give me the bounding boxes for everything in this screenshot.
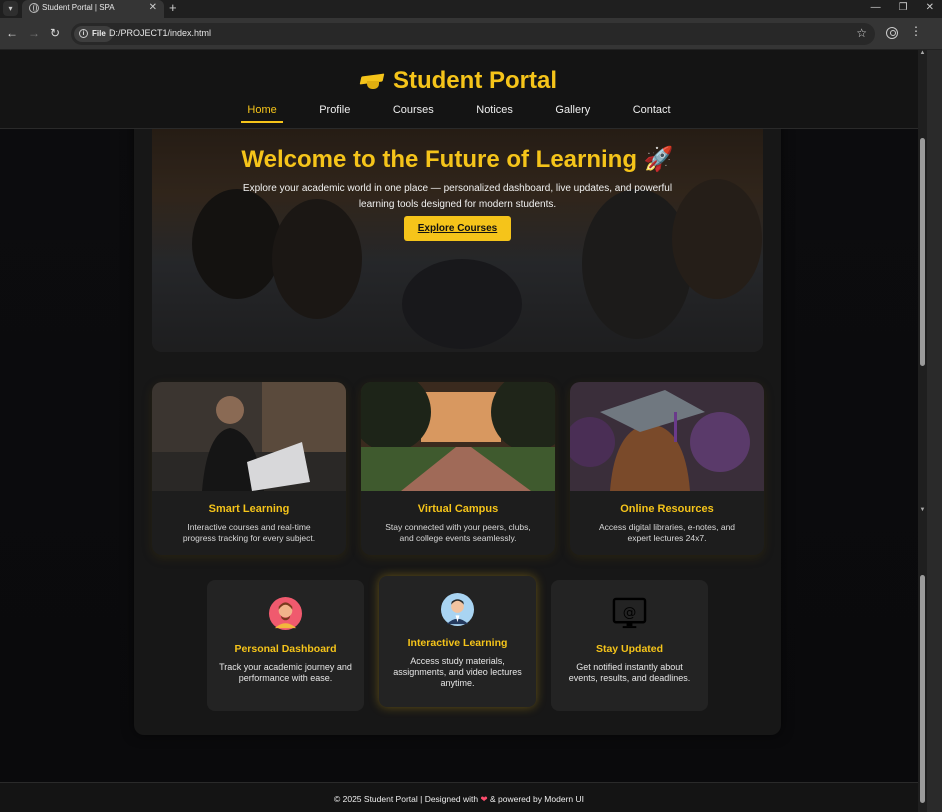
- feature-card-virtual-campus[interactable]: Virtual Campus Stay connected with your …: [361, 382, 555, 555]
- footer-copyright: © 2025 Student Portal | Designed with: [334, 794, 479, 804]
- site-info-chip[interactable]: i File: [74, 26, 113, 42]
- minimize-icon[interactable]: —: [871, 1, 881, 15]
- bookmark-star-icon[interactable]: ☆: [856, 26, 867, 40]
- url-text[interactable]: D:/PROJECT1/index.html: [109, 28, 211, 38]
- svg-text:@: @: [623, 604, 637, 620]
- info-desc: Get notified instantly about events, res…: [568, 662, 691, 683]
- info-desc: Track your academic journey and performa…: [219, 662, 352, 683]
- email-monitor-icon: @: [612, 597, 647, 629]
- hero-title: Welcome to the Future of Learning 🚀: [241, 146, 674, 173]
- hero-subtitle: Explore your academic world in one place…: [242, 183, 673, 210]
- info-icon: i: [79, 29, 88, 38]
- brand-logo[interactable]: Student Portal: [0, 67, 918, 95]
- back-icon[interactable]: ←: [6, 26, 18, 40]
- info-card-interactive-learning[interactable]: Interactive Learning Access study materi…: [379, 576, 536, 707]
- hero-banner: Welcome to the Future of Learning 🚀 Expl…: [152, 129, 763, 352]
- nav-gallery[interactable]: Gallery: [549, 102, 596, 123]
- browser-tabstrip: ▾ Student Portal | SPA ✕ + — ❐ ✕: [0, 0, 942, 18]
- site-chip-label: File: [92, 29, 106, 38]
- feature-title: Smart Learning: [208, 503, 290, 515]
- page-viewport: Welcome to the Future of Learning 🚀 Expl…: [0, 50, 918, 812]
- info-title: Interactive Learning: [407, 637, 508, 649]
- restore-icon[interactable]: ❐: [899, 1, 908, 15]
- teacher-avatar-icon: [440, 592, 475, 627]
- site-footer: © 2025 Student Portal | Designed with ❤ …: [0, 782, 918, 812]
- feature-card-smart-learning[interactable]: Smart Learning Interactive courses and r…: [152, 382, 346, 555]
- feature-desc: Stay connected with your peers, clubs, a…: [385, 522, 531, 543]
- info-card-stay-updated[interactable]: @ Stay Updated Get notified instantly ab…: [551, 580, 708, 711]
- account-icon[interactable]: [886, 27, 898, 39]
- footer-text: © 2025 Student Portal | Designed with ❤ …: [0, 794, 918, 805]
- scroll-up-arrow-icon[interactable]: ▲: [919, 50, 926, 56]
- window-edge: [927, 50, 942, 812]
- close-window-icon[interactable]: ✕: [926, 1, 934, 15]
- info-title: Personal Dashboard: [234, 643, 337, 655]
- nav-notices[interactable]: Notices: [470, 102, 519, 123]
- scroll-down-arrow-icon[interactable]: ▼: [919, 507, 926, 513]
- nav-home[interactable]: Home: [241, 102, 284, 123]
- explore-courses-button[interactable]: Explore Courses: [404, 216, 511, 241]
- forward-icon[interactable]: →: [28, 26, 40, 40]
- info-desc: Access study materials, assignments, and…: [393, 656, 522, 688]
- brand-title: Student Portal: [392, 67, 557, 94]
- info-title: Stay Updated: [595, 643, 664, 655]
- tab-title: Student Portal | SPA: [42, 3, 115, 12]
- site-header: Student Portal Home Profile Courses Noti…: [0, 50, 918, 129]
- info-card-personal-dashboard[interactable]: Personal Dashboard Track your academic j…: [207, 580, 364, 711]
- menu-kebab-icon[interactable]: ⋮: [910, 25, 922, 37]
- feature-desc: Access digital libraries, e-notes, and e…: [598, 522, 736, 543]
- address-bar[interactable]: i File D:/PROJECT1/index.html ☆: [71, 23, 875, 45]
- virtual-campus-image: [361, 382, 555, 491]
- nav-profile[interactable]: Profile: [313, 102, 356, 123]
- new-tab-button[interactable]: +: [169, 1, 177, 15]
- scroll-thumb-lower[interactable]: [920, 575, 925, 803]
- smart-learning-image: [152, 382, 346, 491]
- nav-contact[interactable]: Contact: [627, 102, 677, 123]
- browser-toolbar: ← → ↻ i File D:/PROJECT1/index.html ☆: [0, 18, 942, 50]
- feature-desc: Interactive courses and real-time progre…: [182, 522, 316, 543]
- browser-tab[interactable]: Student Portal | SPA ✕: [22, 0, 164, 18]
- online-resources-image: [570, 382, 764, 491]
- user-avatar-icon: [268, 596, 303, 631]
- feature-card-online-resources[interactable]: Online Resources Access digital librarie…: [570, 382, 764, 555]
- reload-icon[interactable]: ↻: [50, 26, 60, 40]
- footer-powered-by: & powered by Modern UI: [489, 794, 584, 804]
- feature-title: Online Resources: [620, 503, 714, 515]
- page-scrollbar[interactable]: ▲ ▼: [918, 50, 927, 812]
- feature-title: Virtual Campus: [417, 503, 499, 515]
- main-nav: Home Profile Courses Notices Gallery Con…: [0, 100, 918, 123]
- tab-close-icon[interactable]: ✕: [149, 2, 157, 14]
- globe-icon: [29, 3, 39, 13]
- heart-icon: ❤: [480, 794, 488, 804]
- window-controls: — ❐ ✕: [871, 1, 934, 15]
- tab-list-button[interactable]: ▾: [3, 1, 18, 16]
- nav-courses[interactable]: Courses: [387, 102, 440, 123]
- graduation-cap-icon: [359, 73, 385, 89]
- scroll-thumb[interactable]: [920, 138, 925, 366]
